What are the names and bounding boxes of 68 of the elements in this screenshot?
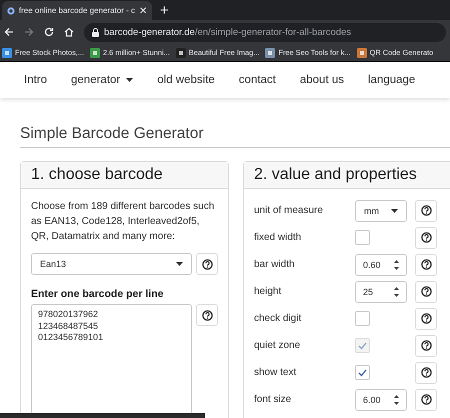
help-button[interactable]: [196, 304, 218, 326]
caret-icon: [391, 208, 398, 212]
description: Choose from 189 different barcodes such as EAN13, Code128, Interleaved2of5, QR, Datamatrix and many more:: [31, 200, 216, 244]
site-icon: [176, 48, 186, 58]
help-icon: [202, 258, 212, 270]
back-icon[interactable]: [4, 27, 14, 37]
field-label: Enter one barcode per line: [31, 288, 164, 300]
address-bar[interactable]: barcode-generator.de/en/simple-generator-for-all-barcodes: [84, 22, 446, 42]
spinner-icon[interactable]: [394, 286, 399, 298]
browser-tab[interactable]: free online barcode generator - c ✕: [2, 1, 152, 20]
help-button[interactable]: [415, 388, 437, 410]
barcode-select[interactable]: Ean13: [31, 253, 192, 275]
help-button[interactable]: [415, 226, 437, 248]
unit-select[interactable]: mm: [355, 200, 407, 222]
help-icon: [420, 286, 432, 297]
card-title: 1. choose barcode: [21, 162, 228, 189]
site-icon: [2, 48, 12, 58]
nav-link[interactable]: about us: [300, 74, 344, 86]
property-label: check digit: [254, 313, 302, 324]
help-button[interactable]: [196, 253, 218, 275]
checkbox[interactable]: [355, 311, 370, 326]
check-icon: [358, 368, 367, 376]
property-label: fixed width: [254, 232, 302, 243]
spinner-icon[interactable]: [394, 258, 399, 270]
nav-link[interactable]: generator: [71, 74, 134, 86]
reload-icon[interactable]: [44, 27, 54, 37]
number-field[interactable]: 0.60: [355, 254, 407, 276]
help-icon: [420, 394, 432, 405]
nav-link[interactable]: contact: [238, 74, 276, 86]
lock-icon: [92, 28, 99, 36]
property-label: height: [254, 286, 282, 297]
card-title: 2. value and properties: [244, 162, 450, 189]
check-icon: [358, 342, 367, 350]
site-icon: [265, 48, 276, 58]
number-field[interactable]: 25: [355, 280, 407, 302]
number-field[interactable]: 6.00: [355, 388, 407, 410]
forward-icon[interactable]: [24, 27, 34, 37]
help-button[interactable]: [415, 254, 437, 276]
nav-link[interactable]: old website: [157, 74, 215, 86]
checkbox[interactable]: [355, 230, 370, 245]
help-button[interactable]: [415, 308, 437, 330]
home-icon[interactable]: [64, 27, 74, 37]
caret-icon: [176, 262, 183, 266]
help-icon: [420, 313, 432, 324]
property-label: show text: [254, 367, 298, 378]
help-icon: [420, 367, 432, 378]
site-icon: [356, 48, 367, 58]
checkbox[interactable]: [355, 365, 370, 380]
help-icon: [202, 310, 212, 320]
nav-link[interactable]: Intro: [24, 74, 48, 86]
page-title: Simple Barcode Generator: [20, 125, 450, 148]
new-tab-button[interactable]: +: [160, 1, 169, 20]
nav-link[interactable]: language: [368, 74, 416, 86]
help-icon: [420, 259, 432, 270]
help-icon: [420, 205, 432, 216]
property-label: quiet zone: [254, 340, 302, 351]
site-icon: [90, 48, 100, 58]
help-button[interactable]: [415, 362, 437, 384]
site-icon: [7, 6, 15, 16]
property-label: unit of measure: [254, 205, 324, 216]
property-label: font size: [254, 394, 292, 405]
property-label: bar width: [254, 259, 296, 270]
help-icon: [420, 340, 432, 351]
help-button[interactable]: [415, 280, 437, 302]
help-button[interactable]: [415, 334, 437, 356]
help-icon: [420, 232, 432, 243]
spinner-icon[interactable]: [394, 394, 399, 406]
help-button[interactable]: [415, 200, 437, 222]
